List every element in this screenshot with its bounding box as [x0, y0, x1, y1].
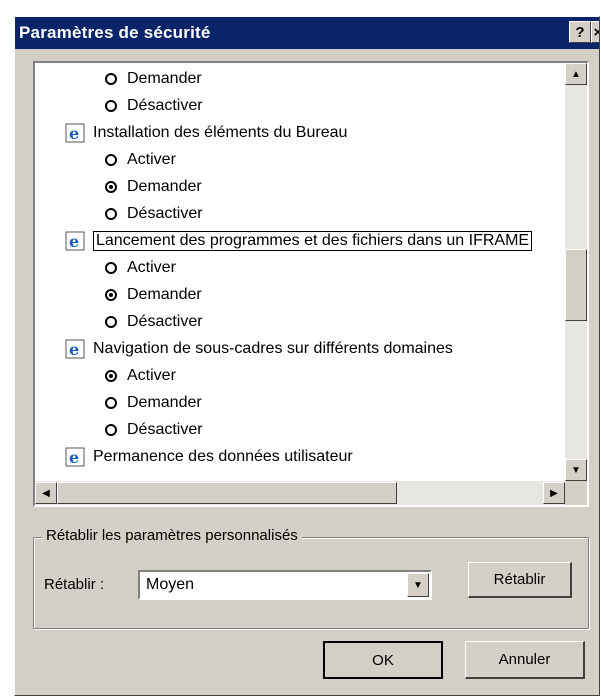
ok-button[interactable]: OK	[323, 641, 443, 679]
svg-text:e: e	[69, 232, 79, 251]
option-label: Désactiver	[127, 420, 203, 438]
option-label: Désactiver	[127, 204, 203, 222]
setting-option[interactable]: Désactiver	[105, 416, 203, 443]
setting-option[interactable]: Demander	[105, 65, 202, 92]
vertical-scrollbar[interactable]: ▲ ▼	[565, 63, 587, 481]
category-label: Lancement des programmes et des fichiers…	[93, 230, 533, 251]
option-label: Activer	[127, 150, 176, 168]
option-label: Désactiver	[127, 312, 203, 330]
svg-text:e: e	[69, 124, 79, 143]
cancel-button[interactable]: Annuler	[465, 641, 585, 679]
setting-option[interactable]: Demander	[105, 281, 202, 308]
ie-settings-icon: e	[65, 339, 85, 359]
setting-category: e Permanence des données utilisateur	[65, 443, 353, 470]
chevron-down-icon[interactable]: ▼	[407, 573, 429, 597]
option-label: Désactiver	[127, 96, 203, 114]
radio-selected[interactable]	[105, 180, 117, 193]
help-button[interactable]: ?	[569, 21, 591, 43]
setting-option[interactable]: Demander	[105, 173, 202, 200]
radio-unselected[interactable]	[105, 153, 117, 166]
category-label: Navigation de sous-cadres sur différents…	[93, 339, 453, 357]
setting-option[interactable]: Activer	[105, 362, 176, 389]
reset-custom-settings-group: Rétablir les paramètres personnalisés Ré…	[33, 527, 589, 629]
setting-option[interactable]: Activer	[105, 254, 176, 281]
setting-option[interactable]: Désactiver	[105, 200, 203, 227]
group-legend: Rétablir les paramètres personnalisés	[42, 527, 302, 544]
scroll-down-button[interactable]: ▼	[565, 459, 587, 481]
category-label: Installation des éléments du Bureau	[93, 123, 348, 141]
radio-unselected[interactable]	[105, 261, 117, 274]
radio-unselected[interactable]	[105, 315, 117, 328]
title-bar[interactable]: Paramètres de sécurité ? ×	[15, 17, 599, 49]
category-label: Permanence des données utilisateur	[93, 447, 353, 465]
svg-text:e: e	[69, 340, 79, 359]
reset-label: Rétablir :	[44, 576, 105, 593]
radio-selected[interactable]	[105, 288, 117, 301]
settings-tree: Demander Désactiver e Installation des élém…	[35, 63, 565, 481]
reset-button[interactable]: Rétablir	[468, 562, 572, 598]
ie-settings-icon: e	[65, 447, 85, 467]
option-label: Demander	[127, 69, 202, 87]
setting-category: e Installation des éléments du Bureau	[65, 119, 347, 146]
option-label: Demander	[127, 393, 202, 411]
radio-unselected[interactable]	[105, 99, 117, 112]
setting-option[interactable]: Désactiver	[105, 308, 203, 335]
ie-settings-icon: e	[65, 231, 85, 251]
horizontal-scrollbar[interactable]: ◀ ▶	[35, 481, 565, 505]
radio-selected[interactable]	[105, 369, 117, 382]
radio-unselected[interactable]	[105, 423, 117, 436]
setting-option[interactable]: Activer	[105, 146, 176, 173]
option-label: Activer	[127, 258, 176, 276]
setting-option[interactable]: Demander	[105, 389, 202, 416]
scroll-corner	[565, 481, 587, 505]
setting-category: e Lancement des programmes et des fichier…	[65, 227, 533, 254]
settings-listbox[interactable]: Demander Désactiver e Installation des élém…	[33, 61, 589, 507]
security-level-select[interactable]: Moyen ▼	[138, 570, 432, 600]
radio-unselected[interactable]	[105, 396, 117, 409]
horizontal-scroll-thumb[interactable]	[57, 482, 397, 504]
setting-category: e Navigation de sous-cadres sur différent…	[65, 335, 453, 362]
scroll-left-button[interactable]: ◀	[35, 482, 57, 504]
radio-unselected[interactable]	[105, 72, 117, 85]
window-title: Paramètres de sécurité	[19, 23, 211, 42]
option-label: Activer	[127, 366, 176, 384]
setting-option[interactable]: Désactiver	[105, 92, 203, 119]
close-button[interactable]: ×	[591, 21, 599, 43]
option-label: Demander	[127, 177, 202, 195]
ie-settings-icon: e	[65, 123, 85, 143]
vertical-scroll-thumb[interactable]	[565, 249, 587, 321]
scroll-right-button[interactable]: ▶	[543, 482, 565, 504]
svg-text:e: e	[69, 448, 79, 467]
scroll-up-button[interactable]: ▲	[565, 63, 587, 85]
security-level-value: Moyen	[146, 576, 195, 593]
security-settings-dialog: Paramètres de sécurité ? × Demander Désac…	[14, 16, 600, 696]
radio-unselected[interactable]	[105, 207, 117, 220]
option-label: Demander	[127, 285, 202, 303]
